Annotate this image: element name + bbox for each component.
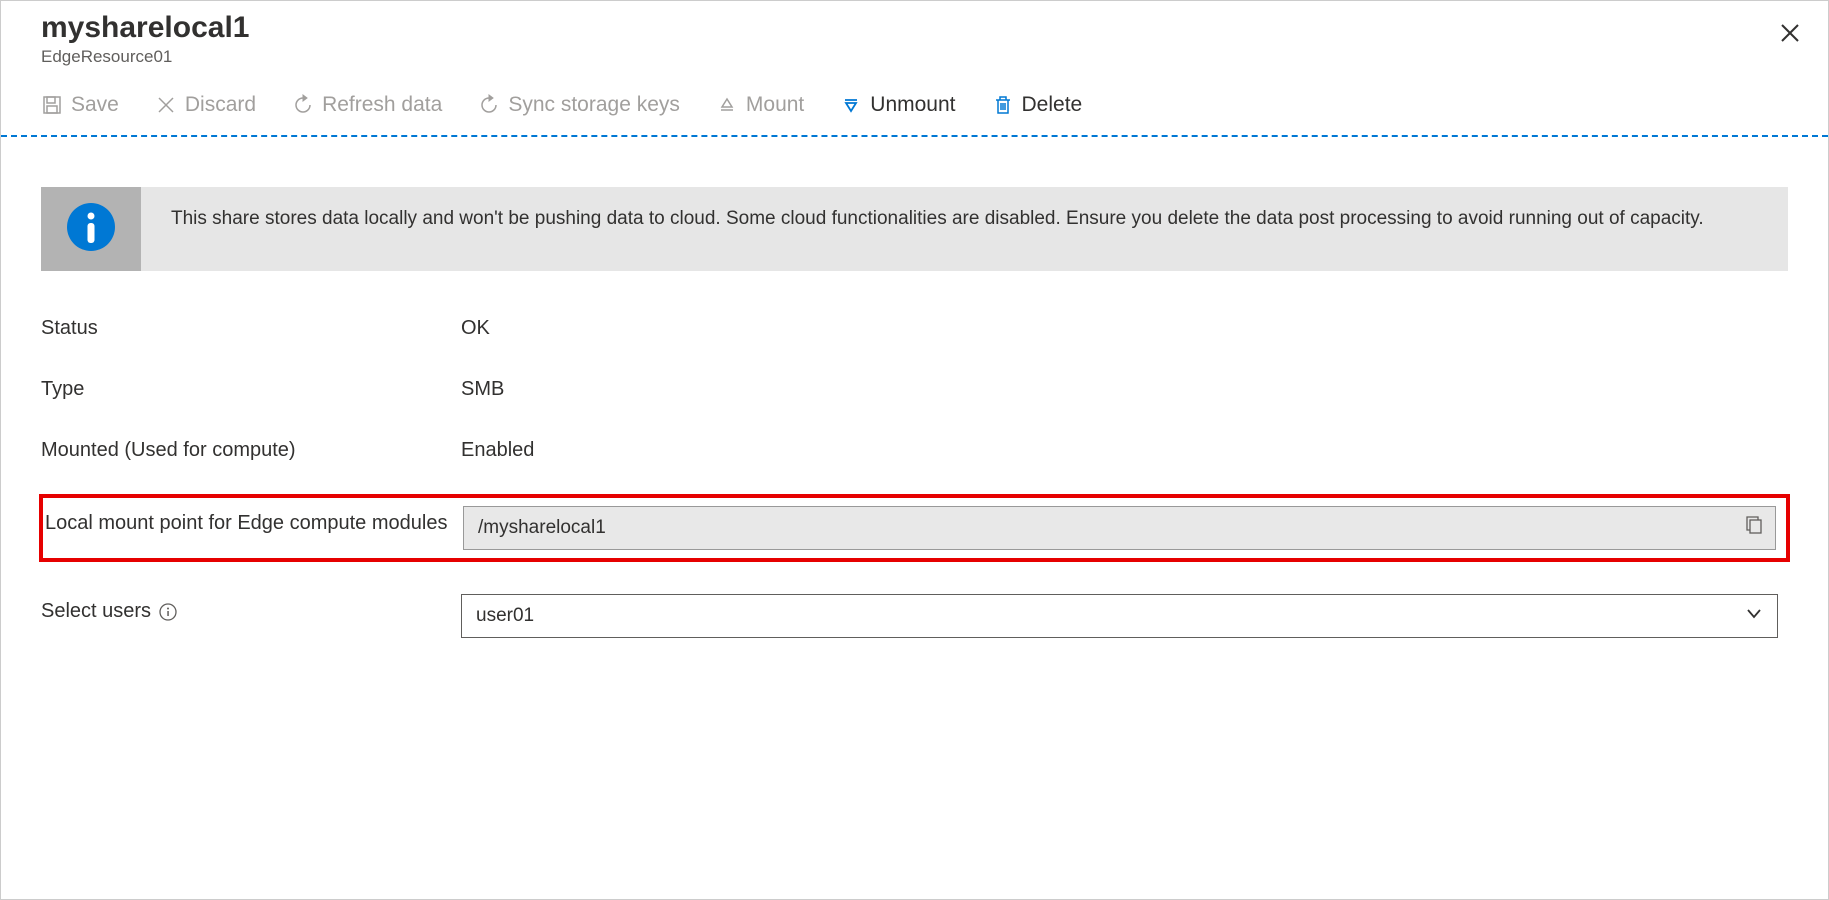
sync-button: Sync storage keys bbox=[478, 93, 680, 117]
discard-icon bbox=[155, 94, 177, 116]
status-label: Status bbox=[41, 311, 461, 340]
save-icon bbox=[41, 94, 63, 116]
mountpoint-value: /mysharelocal1 bbox=[478, 517, 606, 539]
mounted-value: Enabled bbox=[461, 433, 1788, 462]
toolbar: Save Discard Refresh data Sync storage k… bbox=[1, 75, 1828, 137]
type-row: Type SMB bbox=[41, 372, 1788, 401]
discard-label: Discard bbox=[185, 93, 256, 117]
close-button[interactable] bbox=[1776, 19, 1804, 47]
refresh-label: Refresh data bbox=[322, 93, 442, 117]
delete-icon bbox=[992, 94, 1014, 116]
info-icon-wrap bbox=[41, 187, 141, 271]
unmount-label: Unmount bbox=[870, 93, 955, 117]
mountpoint-row: Local mount point for Edge compute modul… bbox=[39, 494, 1790, 562]
mount-icon bbox=[716, 94, 738, 116]
users-value: user01 bbox=[476, 605, 534, 627]
refresh-icon bbox=[292, 94, 314, 116]
info-tooltip-icon[interactable] bbox=[159, 603, 177, 621]
mount-button: Mount bbox=[716, 93, 804, 117]
form-rows: Status OK Type SMB Mounted (Used for com… bbox=[41, 311, 1788, 638]
content: This share stores data locally and won't… bbox=[1, 137, 1828, 678]
users-label-wrap: Select users bbox=[41, 594, 461, 623]
users-select[interactable]: user01 bbox=[461, 594, 1778, 638]
header: mysharelocal1 EdgeResource01 bbox=[1, 1, 1828, 75]
sync-icon bbox=[478, 94, 500, 116]
users-row: Select users user01 bbox=[41, 594, 1788, 638]
info-banner-text: This share stores data locally and won't… bbox=[141, 187, 1734, 271]
discard-button: Discard bbox=[155, 93, 256, 117]
close-icon bbox=[1779, 22, 1801, 44]
mountpoint-label: Local mount point for Edge compute modul… bbox=[43, 506, 463, 535]
mounted-row: Mounted (Used for compute) Enabled bbox=[41, 433, 1788, 462]
sync-label: Sync storage keys bbox=[508, 93, 680, 117]
save-button: Save bbox=[41, 93, 119, 117]
status-value: OK bbox=[461, 311, 1788, 340]
save-label: Save bbox=[71, 93, 119, 117]
info-banner: This share stores data locally and won't… bbox=[41, 187, 1788, 271]
users-label: Select users bbox=[41, 600, 151, 623]
delete-button[interactable]: Delete bbox=[992, 93, 1083, 117]
type-value: SMB bbox=[461, 372, 1788, 401]
page-title: mysharelocal1 bbox=[41, 11, 1788, 45]
mountpoint-input[interactable]: /mysharelocal1 bbox=[463, 506, 1776, 550]
status-row: Status OK bbox=[41, 311, 1788, 340]
unmount-button[interactable]: Unmount bbox=[840, 93, 955, 117]
type-label: Type bbox=[41, 372, 461, 401]
info-icon bbox=[65, 201, 117, 257]
mount-label: Mount bbox=[746, 93, 804, 117]
unmount-icon bbox=[840, 94, 862, 116]
refresh-button: Refresh data bbox=[292, 93, 442, 117]
mounted-label: Mounted (Used for compute) bbox=[41, 433, 461, 462]
delete-label: Delete bbox=[1022, 93, 1083, 117]
copy-button[interactable] bbox=[1745, 515, 1763, 541]
chevron-down-icon bbox=[1745, 604, 1763, 628]
page-subtitle: EdgeResource01 bbox=[41, 47, 1788, 67]
